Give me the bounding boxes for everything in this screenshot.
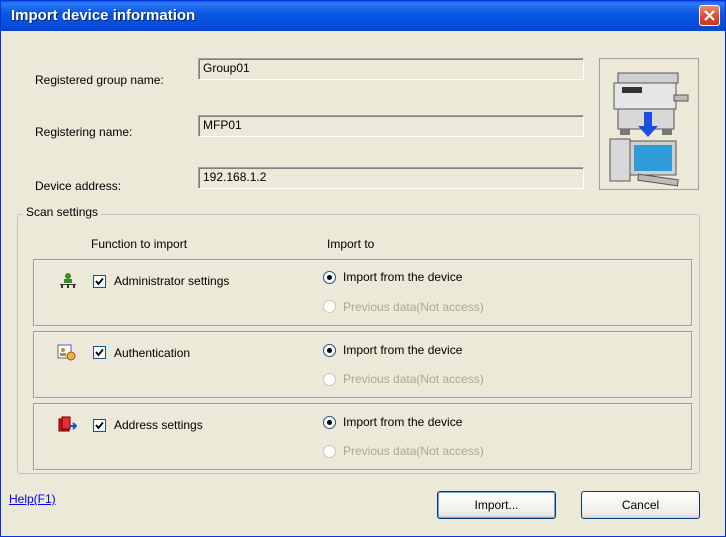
mfp-to-pc-icon <box>609 72 689 187</box>
authentication-checkbox[interactable] <box>93 346 106 359</box>
addr-import-device-label[interactable]: Import from the device <box>343 415 462 429</box>
function-to-import-header: Function to import <box>91 237 188 251</box>
import-to-header: Import to <box>327 237 375 251</box>
address-settings-label[interactable]: Address settings <box>114 418 203 432</box>
device-transfer-image <box>599 58 699 190</box>
address-settings-checkbox[interactable] <box>93 419 106 432</box>
registering-name-label: Registering name: <box>35 125 133 139</box>
addr-import-device-radio[interactable] <box>323 416 336 429</box>
close-button[interactable] <box>699 5 720 26</box>
check-icon <box>95 277 104 286</box>
registering-name-field[interactable]: MFP01 <box>198 115 584 137</box>
scan-settings-title: Scan settings <box>23 205 102 219</box>
scan-row-authentication <box>33 331 693 399</box>
import-device-dialog: Import device information Registered gro… <box>0 0 726 537</box>
auth-previous-data-label: Previous data(Not access) <box>343 372 484 386</box>
administrator-settings-checkbox[interactable] <box>93 275 106 288</box>
admin-import-device-label[interactable]: Import from the device <box>343 270 462 284</box>
group-name-label: Registered group name: <box>35 73 164 87</box>
auth-import-device-label[interactable]: Import from the device <box>343 343 462 357</box>
authentication-icon <box>57 344 76 361</box>
cancel-button[interactable]: Cancel <box>581 491 700 519</box>
help-link[interactable]: Help(F1) <box>9 492 56 506</box>
check-icon <box>95 348 104 357</box>
authentication-label[interactable]: Authentication <box>114 346 190 360</box>
auth-previous-data-radio[interactable] <box>323 373 336 386</box>
addr-previous-data-label: Previous data(Not access) <box>343 444 484 458</box>
administrator-icon <box>60 273 76 288</box>
address-book-icon <box>58 416 77 432</box>
title-bar[interactable]: Import device information <box>1 1 725 31</box>
admin-previous-data-radio[interactable] <box>323 300 336 313</box>
device-address-field[interactable]: 192.168.1.2 <box>198 167 584 189</box>
close-icon <box>704 10 715 21</box>
import-button[interactable]: Import... <box>437 491 556 519</box>
group-name-field[interactable]: Group01 <box>198 58 584 80</box>
administrator-settings-label[interactable]: Administrator settings <box>114 274 229 288</box>
device-address-label: Device address: <box>35 179 122 193</box>
addr-previous-data-radio[interactable] <box>323 445 336 458</box>
auth-import-device-radio[interactable] <box>323 344 336 357</box>
scan-row-address <box>33 403 693 471</box>
dialog-title: Import device information <box>11 7 196 24</box>
check-icon <box>95 421 104 430</box>
admin-previous-data-label: Previous data(Not access) <box>343 300 484 314</box>
admin-import-device-radio[interactable] <box>323 271 336 284</box>
